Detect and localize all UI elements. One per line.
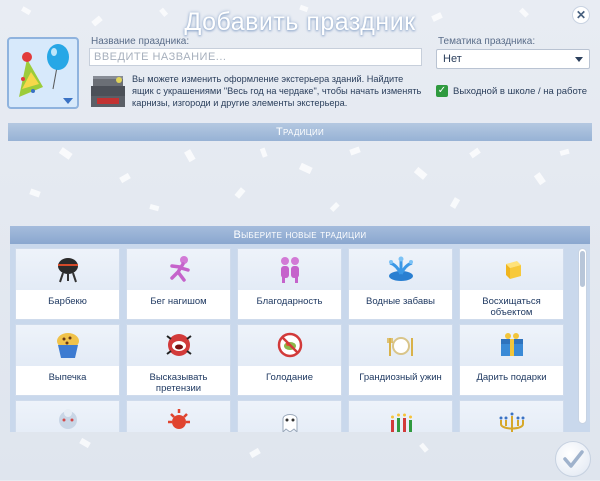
traditions-header: Традиции — [8, 123, 592, 141]
close-icon: ✕ — [575, 8, 587, 22]
traditions-scrollbar[interactable] — [578, 248, 587, 424]
grill-icon — [58, 258, 78, 283]
tradition-give-gifts[interactable]: Дарить подарки — [459, 324, 564, 396]
dialog-title: Добавить праздник — [184, 8, 416, 36]
close-button[interactable]: ✕ — [572, 6, 590, 24]
scrollbar-thumb[interactable] — [580, 251, 585, 287]
new-traditions-header: Выберите новые традиции — [10, 226, 590, 244]
tradition-tile[interactable] — [348, 400, 453, 432]
fasting-icon — [277, 332, 303, 358]
holiday-theme-label: Тематика праздника: — [438, 36, 536, 47]
traditions-grid: Барбекю Бег нагишом Благодарность Водные… — [10, 244, 590, 432]
ghost-icon — [282, 414, 298, 432]
checkmark-icon — [563, 450, 584, 468]
tradition-label: Высказывать претензии — [149, 372, 208, 394]
tradition-grievances[interactable]: Высказывать претензии — [126, 324, 231, 396]
chevron-down-icon — [63, 98, 73, 104]
grandma-icon — [59, 409, 77, 429]
party-hat-balloon-icon — [19, 44, 69, 97]
tradition-label: Барбекю — [48, 296, 87, 307]
tradition-label: Выпечка — [48, 372, 87, 383]
holiday-theme-dropdown[interactable]: Нет — [436, 49, 590, 69]
school-off-checkbox[interactable]: ✓ Выходной в школе / на работе — [436, 85, 587, 97]
confirm-button[interactable] — [555, 441, 591, 477]
holiday-name-input[interactable] — [89, 48, 422, 66]
tradition-baking[interactable]: Выпечка — [15, 324, 120, 396]
streaking-icon — [170, 256, 190, 282]
menorah-icon — [499, 412, 525, 432]
water-fun-icon — [389, 256, 413, 281]
tradition-water-fun[interactable]: Водные забавы — [348, 248, 453, 320]
holiday-name-label: Название праздника: — [91, 36, 190, 47]
candles-icon — [391, 413, 412, 432]
tradition-tile[interactable] — [15, 400, 120, 432]
gratitude-icon — [281, 257, 299, 283]
tradition-tile[interactable] — [237, 400, 342, 432]
admire-object-icon — [506, 261, 521, 279]
tradition-label: Водные забавы — [366, 296, 435, 307]
tradition-label: Грандиозный ужин — [359, 372, 442, 383]
check-icon: ✓ — [436, 85, 448, 97]
decor-hint-text: Вы можете изменить оформление экстерьера… — [132, 74, 422, 108]
decor-box-icon — [91, 76, 125, 107]
selected-traditions-area — [8, 141, 592, 219]
tradition-label: Бег нагишом — [150, 296, 207, 307]
tradition-admire-object[interactable]: Восхищаться объектом — [459, 248, 564, 320]
tradition-tile[interactable] — [459, 400, 564, 432]
tradition-gratitude[interactable]: Благодарность — [237, 248, 342, 320]
sun-icon — [168, 409, 190, 429]
dinner-icon — [387, 337, 413, 356]
muffin-icon — [57, 333, 79, 358]
tradition-grand-dinner[interactable]: Грандиозный ужин — [348, 324, 453, 396]
holiday-icon-picker[interactable] — [7, 37, 79, 109]
tradition-label: Голодание — [266, 372, 313, 383]
chevron-down-icon — [575, 57, 583, 62]
tradition-fasting[interactable]: Голодание — [237, 324, 342, 396]
grievance-icon — [166, 334, 192, 356]
tradition-tile[interactable] — [126, 400, 231, 432]
school-off-label: Выходной в школе / на работе — [453, 85, 588, 97]
tradition-label: Дарить подарки — [476, 372, 547, 383]
tradition-bbq[interactable]: Барбекю — [15, 248, 120, 320]
gifts-icon — [501, 333, 523, 356]
tradition-streaking[interactable]: Бег нагишом — [126, 248, 231, 320]
tradition-label: Восхищаться объектом — [482, 296, 541, 318]
holiday-theme-value: Нет — [443, 53, 462, 65]
tradition-label: Благодарность — [256, 296, 323, 307]
